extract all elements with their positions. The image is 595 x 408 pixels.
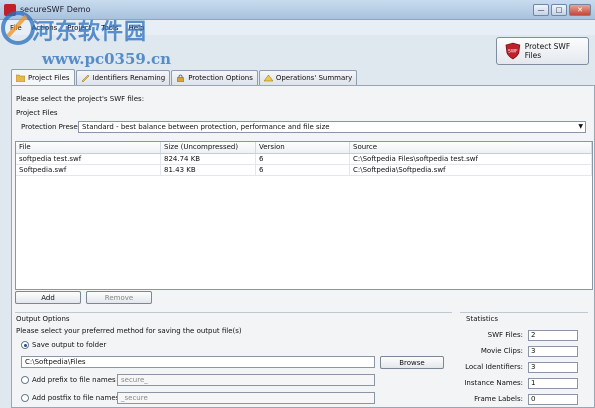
window-controls: — □ ✕ [533,4,591,16]
prefix-label: Add prefix to file names [32,376,116,384]
tab-label: Project Files [28,73,70,82]
stat-label-local-identifiers: Local Identifiers: [465,363,523,371]
watermark-url: www.pc0359.cn [42,50,172,68]
stat-label-movie-clips: Movie Clips: [480,347,523,355]
add-button[interactable]: Add [15,291,81,304]
protection-preset-label: Protection Preset [21,123,81,131]
close-button[interactable]: ✕ [569,4,591,16]
stat-value-local-identifiers: 3 [528,362,578,373]
postfix-label: Add postfix to file names [32,394,120,402]
postfix-input[interactable]: _secure [117,392,375,404]
remove-button[interactable]: Remove [86,291,152,304]
stat-label-instance-names: Instance Names: [464,379,523,387]
rename-icon [81,74,89,82]
prefix-input[interactable]: secure_ [117,374,375,386]
tab-label: Operations' Summary [275,74,353,82]
cell-size: 81.43 KB [161,165,256,175]
prefix-radio[interactable] [21,376,29,384]
statistics-divider [460,312,588,313]
tab-strip: Project Files Identifiers Renaming Prote… [11,69,358,85]
maximize-button[interactable]: □ [551,4,567,16]
output-instruction: Please select your preferred method for … [16,327,242,335]
tab-identifiers-renaming[interactable]: Identifiers Renaming [75,70,171,85]
stat-label-swf-files: SWF Files: [487,331,523,339]
cell-file: Softpedia.swf [16,165,161,175]
folder-icon [16,74,25,82]
cell-size: 824.74 KB [161,154,256,164]
chevron-down-icon: ▼ [578,123,583,130]
browse-button[interactable]: Browse [380,356,444,369]
tab-project-files[interactable]: Project Files [11,69,75,85]
protect-swf-files-button[interactable]: SWF Protect SWF Files [496,37,589,65]
column-header-source[interactable]: Source [350,142,592,153]
minimize-button[interactable]: — [533,4,549,16]
project-files-table: File Size (Uncompressed) Version Source … [15,141,593,290]
svg-text:SWF: SWF [508,48,518,54]
lock-icon [177,74,184,82]
table-row[interactable]: Softpedia.swf 81.43 KB 6 C:\Softpedia\So… [16,165,592,176]
tab-operations-summary[interactable]: Operations' Summary [258,70,358,85]
protection-preset-select[interactable]: Standard - best balance between protecti… [78,121,586,133]
swf-shield-icon: SWF [505,42,521,60]
project-files-group-label: Project Files [16,109,58,117]
save-to-folder-radio[interactable] [21,341,29,349]
watermark-text: 河东软件园 [32,20,148,45]
stat-value-swf-files: 2 [528,330,578,341]
cell-file: softpedia test.swf [16,154,161,164]
output-folder-input[interactable]: C:\Softpedia\Files [21,356,375,368]
cell-source: C:\Softpedia\Softpedia.swf [350,165,592,175]
tab-label: Protection Options [188,74,253,82]
table-header: File Size (Uncompressed) Version Source [16,142,592,154]
cell-version: 6 [256,154,350,164]
column-header-version[interactable]: Version [256,142,350,153]
tab-label: Identifiers Renaming [92,74,166,82]
stat-value-frame-labels: 0 [528,394,578,405]
table-row[interactable]: softpedia test.swf 824.74 KB 6 C:\Softpe… [16,154,592,165]
stat-value-movie-clips: 3 [528,346,578,357]
output-options-title: Output Options [16,315,70,323]
summary-icon [263,74,273,82]
statistics-title: Statistics [466,315,498,323]
column-header-size[interactable]: Size (Uncompressed) [161,142,256,153]
tab-protection-options[interactable]: Protection Options [171,70,258,85]
save-to-folder-label: Save output to folder [32,341,107,349]
cell-version: 6 [256,165,350,175]
project-instruction: Please select the project's SWF files: [16,95,145,103]
postfix-radio[interactable] [21,394,29,402]
column-header-file[interactable]: File [16,142,161,153]
protection-preset-value: Standard - best balance between protecti… [82,123,330,131]
output-options-divider [15,312,452,313]
stat-label-frame-labels: Frame Labels: [474,395,523,403]
cell-source: C:\Softpedia Files\softpedia test.swf [350,154,592,164]
stat-value-instance-names: 1 [528,378,578,389]
protect-swf-files-label: Protect SWF Files [524,42,571,60]
